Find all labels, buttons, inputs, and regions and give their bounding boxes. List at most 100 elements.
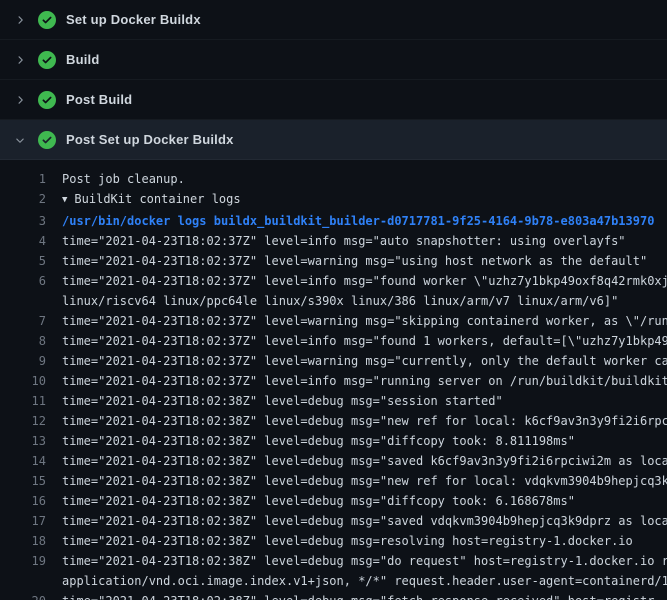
log-line-content: time="2021-04-23T18:02:38Z" level=debug …	[62, 394, 503, 408]
log-line-text: time="2021-04-23T18:02:38Z" level=debug …	[46, 491, 667, 511]
line-number[interactable]: 7	[0, 311, 46, 331]
log-line: 7 time="2021-04-23T18:02:37Z" level=warn…	[0, 311, 667, 331]
log-line: 2 ▼ BuildKit container logs	[0, 189, 667, 211]
line-number[interactable]: 6	[0, 271, 46, 291]
log-line: 4 time="2021-04-23T18:02:37Z" level=info…	[0, 231, 667, 251]
line-number[interactable]: 16	[0, 491, 46, 511]
steps-list: Set up Docker Buildx Build Post Build	[0, 0, 667, 160]
log-line: 18 time="2021-04-23T18:02:38Z" level=deb…	[0, 531, 667, 551]
log-line-text: application/vnd.oci.image.index.v1+json,…	[46, 571, 667, 591]
log-line-content: application/vnd.oci.image.index.v1+json,…	[62, 574, 667, 588]
log-line-content: time="2021-04-23T18:02:38Z" level=debug …	[62, 494, 575, 508]
line-number[interactable]: 11	[0, 391, 46, 411]
line-number[interactable]: 1	[0, 169, 46, 189]
log-line-text: /usr/bin/docker logs buildx_buildkit_bui…	[46, 211, 667, 231]
log-line: application/vnd.oci.image.index.v1+json,…	[0, 571, 667, 591]
log-line-text: time="2021-04-23T18:02:37Z" level=warnin…	[46, 351, 667, 371]
line-number[interactable]: 4	[0, 231, 46, 251]
log-line-text: time="2021-04-23T18:02:38Z" level=debug …	[46, 591, 667, 600]
line-number[interactable]: 2	[0, 189, 46, 211]
check-circle-icon	[38, 51, 56, 69]
line-number[interactable]: 3	[0, 211, 46, 231]
log-line: 9 time="2021-04-23T18:02:37Z" level=warn…	[0, 351, 667, 371]
log-line: 16 time="2021-04-23T18:02:38Z" level=deb…	[0, 491, 667, 511]
log-line-text: time="2021-04-23T18:02:38Z" level=debug …	[46, 391, 667, 411]
log-line: 11 time="2021-04-23T18:02:38Z" level=deb…	[0, 391, 667, 411]
log-line: 1 Post job cleanup.	[0, 169, 667, 189]
line-number[interactable]	[0, 291, 46, 311]
log-line-content: time="2021-04-23T18:02:37Z" level=info m…	[62, 334, 667, 348]
line-number[interactable]: 19	[0, 551, 46, 571]
chevron-down-icon[interactable]	[12, 132, 28, 148]
log-line-content: time="2021-04-23T18:02:37Z" level=info m…	[62, 274, 667, 288]
log-line: 12 time="2021-04-23T18:02:38Z" level=deb…	[0, 411, 667, 431]
check-circle-icon	[38, 91, 56, 109]
log-line: 8 time="2021-04-23T18:02:37Z" level=info…	[0, 331, 667, 351]
chevron-right-icon[interactable]	[12, 92, 28, 108]
log-line: 13 time="2021-04-23T18:02:38Z" level=deb…	[0, 431, 667, 451]
line-number[interactable]: 8	[0, 331, 46, 351]
step-header[interactable]: Post Set up Docker Buildx	[0, 120, 667, 160]
check-circle-icon	[38, 11, 56, 29]
line-number[interactable]: 17	[0, 511, 46, 531]
line-number[interactable]	[0, 571, 46, 591]
log-line-text: time="2021-04-23T18:02:37Z" level=info m…	[46, 371, 667, 391]
step-header[interactable]: Post Build	[0, 80, 667, 120]
log-line-text: ▼ BuildKit container logs	[46, 189, 667, 211]
chevron-right-icon[interactable]	[12, 12, 28, 28]
step-header[interactable]: Build	[0, 40, 667, 80]
chevron-right-icon[interactable]	[12, 52, 28, 68]
log-line: linux/riscv64 linux/ppc64le linux/s390x …	[0, 291, 667, 311]
log-line-text: time="2021-04-23T18:02:38Z" level=debug …	[46, 531, 667, 551]
log-line-text: time="2021-04-23T18:02:38Z" level=debug …	[46, 411, 667, 431]
log-line: 20 time="2021-04-23T18:02:38Z" level=deb…	[0, 591, 667, 600]
log-line-text: time="2021-04-23T18:02:38Z" level=debug …	[46, 431, 667, 451]
log-line-text: Post job cleanup.	[46, 169, 667, 189]
log-line-text: time="2021-04-23T18:02:37Z" level=info m…	[46, 331, 667, 351]
line-number[interactable]: 14	[0, 451, 46, 471]
line-number[interactable]: 9	[0, 351, 46, 371]
log-line-content: Post job cleanup.	[62, 172, 185, 186]
log-line-content: BuildKit container logs	[74, 192, 240, 206]
log-line-content: time="2021-04-23T18:02:38Z" level=debug …	[62, 414, 667, 428]
line-number[interactable]: 18	[0, 531, 46, 551]
log-line-text: linux/riscv64 linux/ppc64le linux/s390x …	[46, 291, 667, 311]
line-number[interactable]: 15	[0, 471, 46, 491]
job-log-viewer: Set up Docker Buildx Build Post Build	[0, 0, 667, 600]
log-line-content: time="2021-04-23T18:02:37Z" level=warnin…	[62, 254, 647, 268]
log-line: 6 time="2021-04-23T18:02:37Z" level=info…	[0, 271, 667, 291]
step-name: Post Set up Docker Buildx	[66, 132, 234, 147]
log-line: 15 time="2021-04-23T18:02:38Z" level=deb…	[0, 471, 667, 491]
step-name: Build	[66, 52, 100, 67]
log-line-content: linux/riscv64 linux/ppc64le linux/s390x …	[62, 294, 618, 308]
log-line: 3 /usr/bin/docker logs buildx_buildkit_b…	[0, 211, 667, 231]
log-line: 19 time="2021-04-23T18:02:38Z" level=deb…	[0, 551, 667, 571]
log-line-content: time="2021-04-23T18:02:38Z" level=debug …	[62, 534, 633, 548]
log-line-content: time="2021-04-23T18:02:38Z" level=debug …	[62, 594, 654, 600]
group-toggle-icon[interactable]: ▼	[62, 190, 67, 210]
log-line-text: time="2021-04-23T18:02:38Z" level=debug …	[46, 471, 667, 491]
step-name: Post Build	[66, 92, 132, 107]
log-line-content: time="2021-04-23T18:02:38Z" level=debug …	[62, 434, 575, 448]
step-header[interactable]: Set up Docker Buildx	[0, 0, 667, 40]
log-line-text: time="2021-04-23T18:02:37Z" level=warnin…	[46, 311, 667, 331]
log-line: 14 time="2021-04-23T18:02:38Z" level=deb…	[0, 451, 667, 471]
log-line-content: time="2021-04-23T18:02:37Z" level=warnin…	[62, 314, 667, 328]
log-line: 5 time="2021-04-23T18:02:37Z" level=warn…	[0, 251, 667, 271]
log-line-content: time="2021-04-23T18:02:38Z" level=debug …	[62, 554, 667, 568]
line-number[interactable]: 12	[0, 411, 46, 431]
log-output: 1 Post job cleanup. 2 ▼ BuildKit containe…	[0, 160, 667, 600]
log-line-content: time="2021-04-23T18:02:38Z" level=debug …	[62, 514, 667, 528]
line-number[interactable]: 5	[0, 251, 46, 271]
line-number[interactable]: 13	[0, 431, 46, 451]
log-line-text: time="2021-04-23T18:02:37Z" level=info m…	[46, 271, 667, 291]
log-line-text: time="2021-04-23T18:02:38Z" level=debug …	[46, 511, 667, 531]
line-number[interactable]: 20	[0, 591, 46, 600]
line-number[interactable]: 10	[0, 371, 46, 391]
log-line-text: time="2021-04-23T18:02:37Z" level=info m…	[46, 231, 667, 251]
log-line-text: time="2021-04-23T18:02:38Z" level=debug …	[46, 551, 667, 571]
log-line-content: time="2021-04-23T18:02:38Z" level=debug …	[62, 474, 667, 488]
log-line: 17 time="2021-04-23T18:02:38Z" level=deb…	[0, 511, 667, 531]
log-line-content: time="2021-04-23T18:02:37Z" level=info m…	[62, 374, 667, 388]
log-line: 10 time="2021-04-23T18:02:37Z" level=inf…	[0, 371, 667, 391]
